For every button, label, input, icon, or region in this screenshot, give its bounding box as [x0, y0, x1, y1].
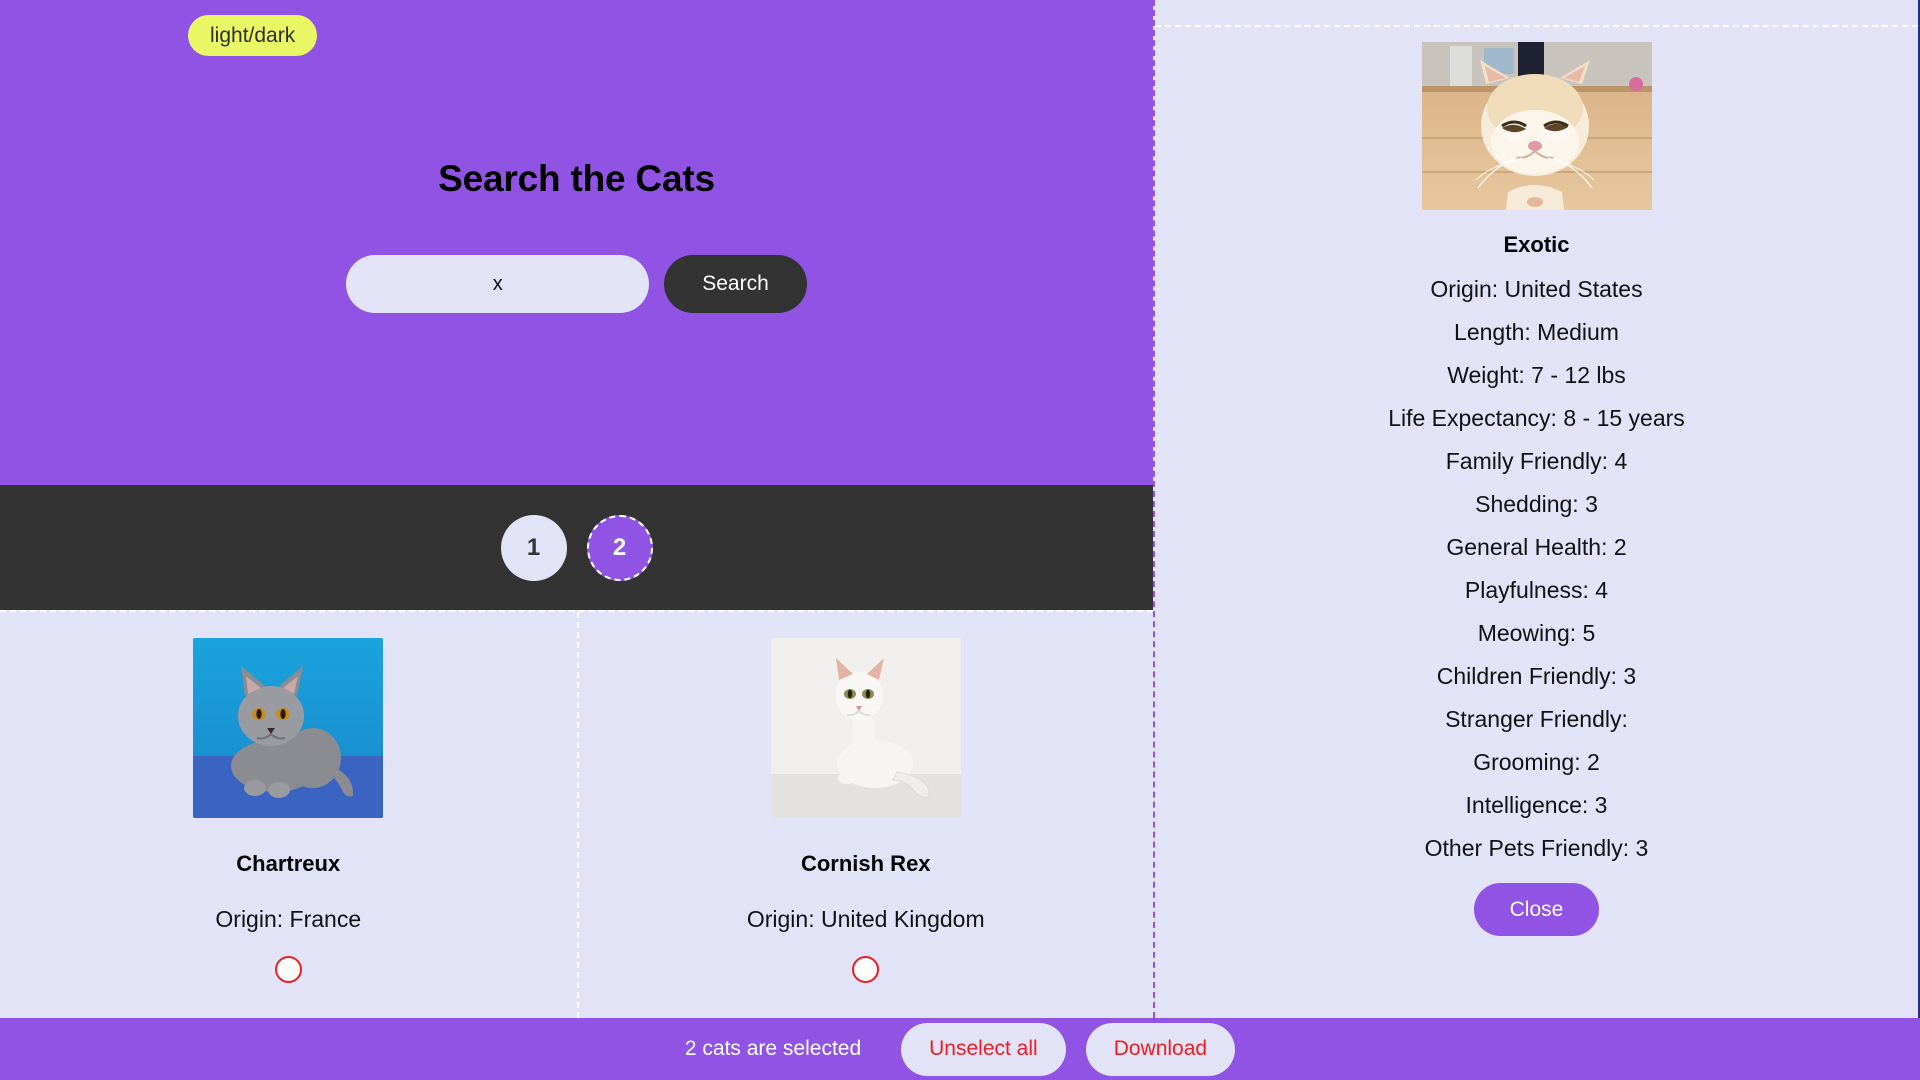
pagination-bar: 1 2: [0, 485, 1153, 610]
hero-section: light/dark Search the Cats Search: [0, 0, 1153, 485]
cat-select-checkbox[interactable]: [274, 956, 302, 983]
cat-detail-panel: Exotic Origin: United States Length: Med…: [1153, 0, 1920, 1018]
cat-name: Cornish Rex: [800, 851, 931, 876]
close-detail-button[interactable]: Close: [1473, 883, 1600, 936]
cat-name: Chartreux: [236, 851, 341, 876]
detail-length: Length: Medium: [1454, 319, 1619, 345]
cat-card[interactable]: Chartreux Origin: France: [0, 612, 577, 1018]
detail-general-health: General Health: 2: [1446, 534, 1627, 560]
detail-children-friendly: Children Friendly: 3: [1436, 663, 1637, 689]
pagination-page-2[interactable]: 2: [586, 514, 653, 581]
detail-grooming: Grooming: 2: [1473, 749, 1600, 775]
pagination-page-1[interactable]: 1: [500, 514, 567, 581]
panel-top-divider: [1155, 25, 1918, 27]
detail-life-expectancy: Life Expectancy: 8 - 15 years: [1388, 405, 1685, 431]
detail-stranger-friendly: Stranger Friendly:: [1445, 706, 1628, 732]
search-button[interactable]: Search: [664, 255, 807, 313]
detail-playfulness: Playfulness: 4: [1464, 577, 1609, 603]
detail-weight: Weight: 7 - 12 lbs: [1447, 362, 1626, 388]
detail-shedding: Shedding: 3: [1475, 491, 1598, 517]
main-column: light/dark Search the Cats Search 1 2: [0, 0, 1153, 1080]
cat-results-grid: Chartreux Origin: France Cornish Rex Ori…: [0, 610, 1153, 1018]
detail-intelligence: Intelligence: 3: [1465, 792, 1608, 818]
cat-photo-cornish-rex[interactable]: [770, 638, 961, 818]
detail-photo-exotic: [1421, 42, 1652, 210]
cat-origin: Origin: France: [215, 906, 362, 932]
detail-cat-name: Exotic: [1503, 232, 1570, 257]
unselect-all-button[interactable]: Unselect all: [901, 1022, 1066, 1076]
cat-origin: Origin: United Kingdom: [746, 906, 985, 932]
selection-status-text: 2 cats are selected: [684, 1037, 862, 1060]
detail-other-pets-friendly: Other Pets Friendly: 3: [1424, 835, 1649, 861]
download-button[interactable]: Download: [1085, 1022, 1236, 1076]
detail-origin: Origin: United States: [1430, 276, 1643, 302]
detail-meowing: Meowing: 5: [1477, 620, 1596, 646]
app-root: light/dark Search the Cats Search 1 2: [0, 0, 1920, 1080]
cat-select-checkbox[interactable]: [852, 956, 880, 983]
page-title: Search the Cats: [438, 158, 715, 199]
search-row: Search: [0, 255, 1153, 313]
search-input[interactable]: [346, 255, 650, 313]
selection-footer: 2 cats are selected Unselect all Downloa…: [0, 1018, 1920, 1080]
cat-card[interactable]: Cornish Rex Origin: United Kingdom: [576, 612, 1154, 1018]
cat-photo-chartreux[interactable]: [193, 638, 384, 818]
light-dark-toggle-button[interactable]: light/dark: [188, 15, 318, 56]
detail-family-friendly: Family Friendly: 4: [1445, 448, 1628, 474]
